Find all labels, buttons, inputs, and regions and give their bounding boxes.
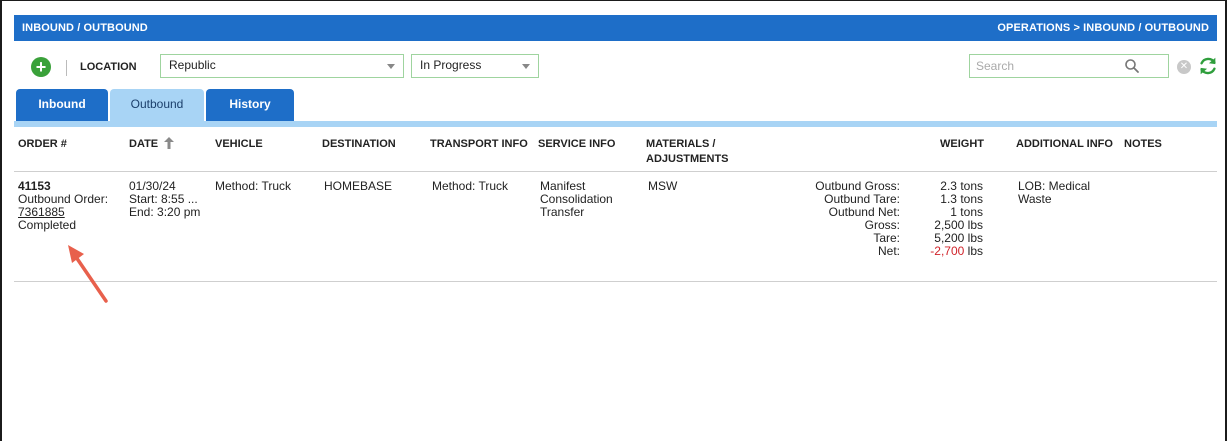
row-divider xyxy=(14,281,1217,282)
col-header-vehicle[interactable]: VEHICLE xyxy=(215,137,263,152)
breadcrumb[interactable]: OPERATIONS > INBOUND / OUTBOUND xyxy=(997,22,1209,34)
chevron-down-icon xyxy=(522,64,530,69)
chevron-down-icon xyxy=(387,64,395,69)
service-line3: Transfer xyxy=(540,205,585,219)
col-header-date[interactable]: DATE xyxy=(129,137,175,152)
plus-circle-icon: + xyxy=(35,57,47,77)
search-input[interactable] xyxy=(970,55,1120,77)
col-header-service[interactable]: SERVICE INFO xyxy=(538,137,615,152)
col-header-materials-line2: ADJUSTMENTS xyxy=(646,153,729,165)
col-header-weight[interactable]: WEIGHT xyxy=(940,137,984,152)
location-label: LOCATION xyxy=(80,61,137,73)
materials-cell: MSW xyxy=(648,179,678,193)
tab-history[interactable]: History xyxy=(206,89,294,121)
additional-line2: Waste xyxy=(1018,192,1052,206)
col-header-destination[interactable]: DESTINATION xyxy=(322,137,396,152)
col-header-materials-line1: MATERIALS / xyxy=(646,138,716,150)
additional-info-cell: LOB: Medical Waste xyxy=(1018,180,1090,206)
status-text: Completed xyxy=(18,218,77,232)
refresh-icon[interactable] xyxy=(1197,55,1219,77)
weight-values: 2.3 tons 1.3 tons 1 tons 2,500 lbs 5,200… xyxy=(909,180,983,258)
tab-inbound[interactable]: Inbound xyxy=(16,89,108,121)
weight-label: Net: xyxy=(877,244,900,258)
search-box: ✕ xyxy=(969,54,1191,78)
col-header-materials[interactable]: MATERIALS / ADJUSTMENTS xyxy=(646,137,729,167)
col-header-order[interactable]: ORDER # xyxy=(18,137,67,152)
col-header-date-label: DATE xyxy=(129,138,159,150)
status-select-value: In Progress xyxy=(420,58,482,72)
service-cell: Manifest Consolidation Transfer xyxy=(540,180,613,219)
col-header-transport[interactable]: TRANSPORT INFO xyxy=(430,137,528,152)
app-window: INBOUND / OUTBOUND OPERATIONS > INBOUND … xyxy=(0,0,1227,441)
col-header-additional[interactable]: ADDITIONAL INFO xyxy=(1016,137,1113,152)
header-divider xyxy=(14,171,1217,172)
add-button[interactable]: + xyxy=(31,57,51,77)
location-select-value: Republic xyxy=(169,58,216,72)
toolbar: + LOCATION Republic In Progress ✕ xyxy=(14,41,1217,89)
magnifier-icon[interactable] xyxy=(1124,58,1140,74)
transport-cell: Method: Truck xyxy=(432,179,509,193)
x-circle-icon[interactable]: ✕ xyxy=(1177,60,1191,74)
location-select[interactable]: Republic xyxy=(160,54,404,78)
date-cell: 01/30/24 Start: 8:55 ... End: 3:20 pm xyxy=(129,180,200,219)
status-select[interactable]: In Progress xyxy=(411,54,539,78)
col-header-notes[interactable]: NOTES xyxy=(1124,137,1162,152)
annotation-arrow-icon xyxy=(68,245,108,303)
page-title: INBOUND / OUTBOUND xyxy=(22,22,148,34)
orders-table: ORDER # DATE VEHICLE DESTINATION TRANSPO… xyxy=(14,127,1217,441)
end-time: End: 3:20 pm xyxy=(129,205,201,219)
destination-cell: HOMEBASE xyxy=(324,179,393,193)
net-weight-negative: -2,700 xyxy=(930,244,965,258)
weight-labels: Outbund Gross: Outbund Tare: Outbund Net… xyxy=(784,180,900,258)
toolbar-divider xyxy=(66,60,67,76)
tab-strip: Inbound Outbound History xyxy=(14,89,1217,121)
title-bar: INBOUND / OUTBOUND OPERATIONS > INBOUND … xyxy=(14,15,1217,41)
vehicle-cell: Method: Truck xyxy=(215,179,292,193)
order-number: 41153 xyxy=(18,179,51,193)
net-weight-unit: lbs xyxy=(967,244,983,258)
order-cell: 41153 Outbound Order: 7361885 Completed xyxy=(18,180,108,232)
tab-outbound[interactable]: Outbound xyxy=(110,89,204,121)
sort-up-arrow-icon xyxy=(164,137,175,149)
weight-value-net: -2,700 lbs xyxy=(909,245,983,258)
